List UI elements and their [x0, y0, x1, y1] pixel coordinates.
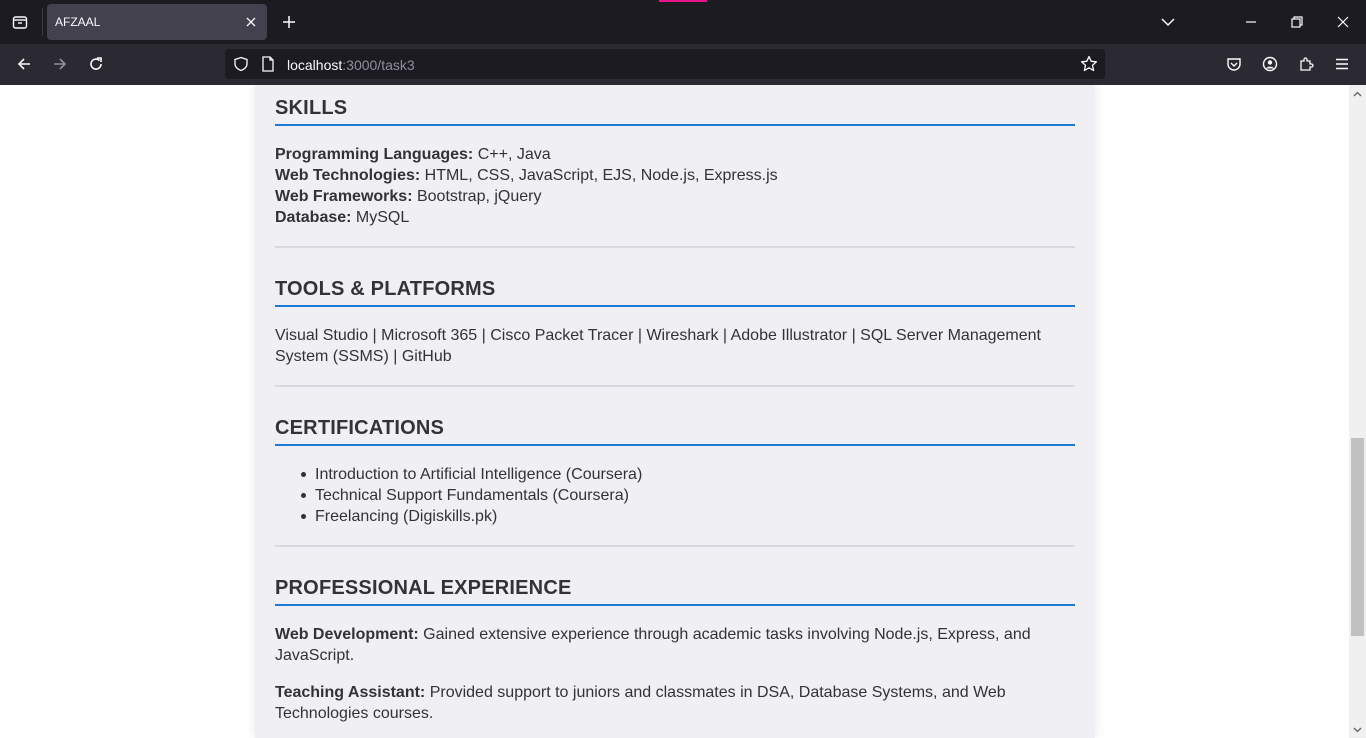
experience-section: PROFESSIONAL EXPERIENCE Web Development:…	[275, 577, 1075, 724]
section-divider	[275, 246, 1075, 248]
private-indicator	[659, 0, 707, 2]
scroll-up-icon[interactable]	[1349, 85, 1366, 102]
page-scrollbar[interactable]	[1349, 85, 1366, 738]
skill-row: Web Frameworks: Bootstrap, jQuery	[275, 186, 1075, 207]
close-tab-icon[interactable]	[239, 10, 263, 34]
list-tabs-icon[interactable]	[1156, 10, 1180, 34]
tab-title: AFZAAL	[55, 15, 101, 29]
skill-row: Programming Languages: C++, Java	[275, 144, 1075, 165]
tools-text: Visual Studio | Microsoft 365 | Cisco Pa…	[275, 327, 1041, 365]
browser-tab[interactable]: AFZAAL	[47, 4, 267, 40]
tools-section: TOOLS & PLATFORMS Visual Studio | Micros…	[275, 278, 1075, 367]
bookmark-star-icon[interactable]	[1080, 55, 1098, 78]
skill-value: C++, Java	[473, 146, 551, 163]
skill-label: Web Frameworks:	[275, 188, 413, 205]
url-bar[interactable]: localhost:3000/task3	[225, 49, 1105, 79]
menu-icon[interactable]	[1330, 52, 1354, 76]
minimize-icon[interactable]	[1239, 10, 1263, 34]
resume-sheet: SKILLS Programming Languages: C++, Java …	[255, 85, 1095, 738]
page-icon[interactable]	[261, 56, 275, 77]
skills-section: SKILLS Programming Languages: C++, Java …	[275, 97, 1075, 228]
close-window-icon[interactable]	[1331, 10, 1355, 34]
certification-item: Freelancing (Digiskills.pk)	[300, 506, 1075, 527]
skill-label: Database:	[275, 209, 352, 226]
tab-bar: AFZAAL	[0, 0, 1366, 44]
scroll-down-icon[interactable]	[1349, 721, 1366, 738]
tab-overview-icon[interactable]	[8, 10, 32, 34]
skills-title: SKILLS	[275, 97, 1075, 126]
skill-row: Web Technologies: HTML, CSS, JavaScript,…	[275, 165, 1075, 186]
experience-item: Teaching Assistant: Provided support to …	[275, 682, 1075, 724]
certifications-title: CERTIFICATIONS	[275, 417, 1075, 446]
url-text[interactable]: localhost:3000/task3	[287, 57, 415, 73]
skill-value: Bootstrap, jQuery	[412, 188, 542, 205]
skill-value: HTML, CSS, JavaScript, EJS, Node.js, Exp…	[420, 167, 778, 184]
certification-item: Technical Support Fundamentals (Coursera…	[300, 485, 1075, 506]
forward-icon[interactable]	[48, 52, 72, 76]
skill-value: MySQL	[351, 209, 410, 226]
section-divider	[275, 385, 1075, 387]
experience-item: Web Development: Gained extensive experi…	[275, 624, 1075, 666]
url-path: :3000/task3	[342, 57, 415, 73]
experience-title: PROFESSIONAL EXPERIENCE	[275, 577, 1075, 606]
tools-title: TOOLS & PLATFORMS	[275, 278, 1075, 307]
navigation-bar: localhost:3000/task3	[0, 44, 1366, 85]
reload-icon[interactable]	[84, 52, 108, 76]
skill-row: Database: MySQL	[275, 207, 1075, 228]
skill-label: Web Technologies:	[275, 167, 421, 184]
experience-label: Teaching Assistant:	[275, 684, 426, 701]
certifications-list: Introduction to Artificial Intelligence …	[275, 464, 1075, 527]
pocket-icon[interactable]	[1222, 52, 1246, 76]
certifications-section: CERTIFICATIONS Introduction to Artificia…	[275, 417, 1075, 527]
extensions-icon[interactable]	[1294, 52, 1318, 76]
skills-list: Programming Languages: C++, Java Web Tec…	[275, 144, 1075, 228]
account-icon[interactable]	[1258, 52, 1282, 76]
new-tab-icon[interactable]	[277, 10, 301, 34]
certification-item: Introduction to Artificial Intelligence …	[300, 464, 1075, 485]
back-icon[interactable]	[12, 52, 36, 76]
tab-divider	[42, 8, 43, 36]
scrollbar-thumb[interactable]	[1351, 438, 1364, 636]
url-host: localhost	[287, 57, 343, 73]
shield-icon[interactable]	[233, 56, 249, 77]
section-divider	[275, 545, 1075, 547]
experience-label: Web Development:	[275, 626, 419, 643]
skill-label: Programming Languages:	[275, 146, 474, 163]
restore-icon[interactable]	[1285, 10, 1309, 34]
page-viewport: SKILLS Programming Languages: C++, Java …	[0, 85, 1366, 738]
